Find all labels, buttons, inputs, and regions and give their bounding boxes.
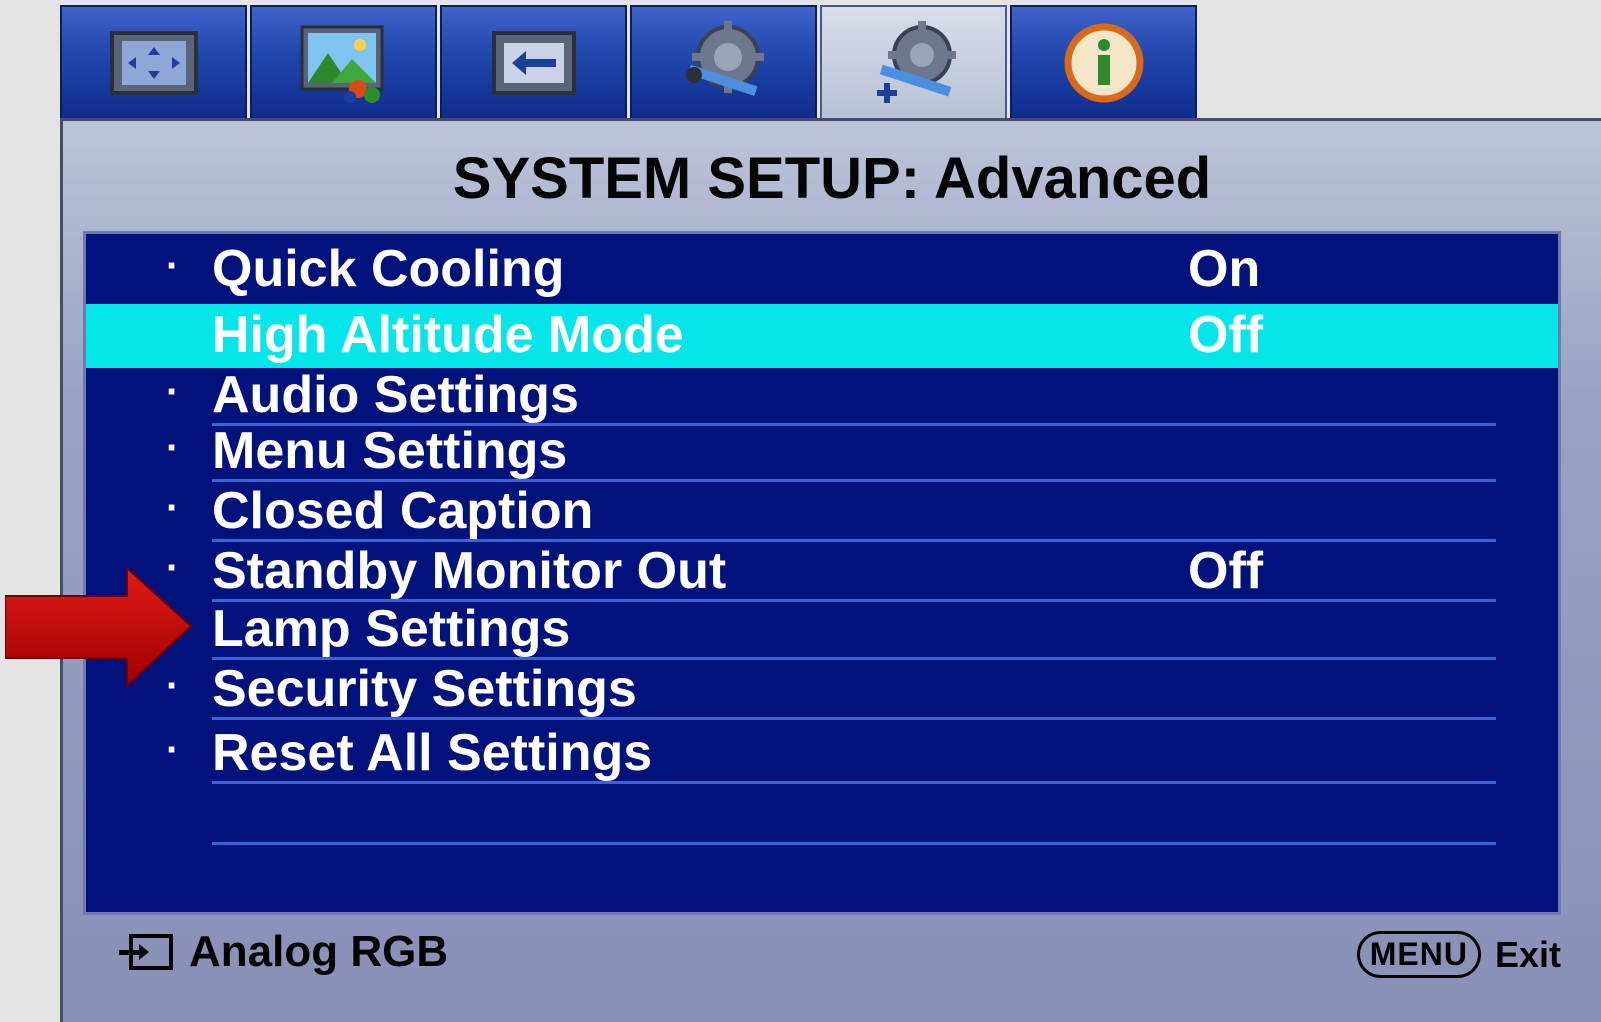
- exit-hint[interactable]: MENU Exit: [1356, 931, 1561, 978]
- bullet-icon: ·: [166, 728, 180, 772]
- input-source-label: Analog RGB: [189, 927, 449, 976]
- menu-item-value: Off: [1188, 306, 1264, 364]
- row-divider: [212, 781, 1496, 784]
- tab-system-setup-advanced[interactable]: [820, 5, 1007, 118]
- menu-item-audio-settings[interactable]: · Audio Settings: [86, 364, 1558, 426]
- menu-tabs: [60, 5, 1200, 122]
- bullet-icon: ·: [166, 486, 180, 530]
- menu-item-label: Quick Cooling: [212, 240, 565, 298]
- menu-item-label: Audio Settings: [212, 366, 579, 424]
- menu-item-label: Lamp Settings: [212, 600, 571, 658]
- menu-item-high-altitude-mode[interactable]: High Altitude Mode Off: [86, 304, 1558, 368]
- row-divider: [212, 717, 1496, 720]
- menu-item-label: Menu Settings: [212, 422, 568, 480]
- menu-item-security-settings[interactable]: · Security Settings: [86, 658, 1558, 720]
- menu-key-badge: MENU: [1356, 931, 1481, 978]
- menu-panel: SYSTEM SETUP: Advanced · Quick Cooling O…: [60, 118, 1601, 1022]
- picture-display-icon: [109, 30, 198, 95]
- menu-item-label: Reset All Settings: [212, 724, 653, 782]
- menu-item-label: Standby Monitor Out: [212, 542, 727, 600]
- menu-item-value: On: [1188, 240, 1261, 298]
- menu-item-lamp-settings[interactable]: Lamp Settings: [86, 598, 1558, 660]
- tab-display[interactable]: [60, 5, 247, 118]
- menu-item-closed-caption[interactable]: · Closed Caption: [86, 480, 1558, 542]
- exit-label: Exit: [1494, 933, 1561, 975]
- input-source-indicator: Analog RGB: [115, 927, 448, 977]
- projector-osd-screen: SYSTEM SETUP: Advanced · Quick Cooling O…: [0, 0, 1601, 1022]
- page-title: SYSTEM SETUP: Advanced: [452, 146, 1212, 211]
- menu-item-label: High Altitude Mode: [212, 306, 684, 364]
- menu-item-standby-monitor-out[interactable]: · Standby Monitor Out Off: [86, 540, 1558, 602]
- tab-information[interactable]: [1010, 5, 1197, 118]
- menu-item-value: Off: [1188, 542, 1264, 600]
- tab-picture[interactable]: [250, 5, 437, 118]
- information-icon: [1064, 23, 1143, 102]
- tab-system-setup-basic[interactable]: [630, 5, 817, 118]
- bullet-icon: ·: [166, 426, 180, 470]
- source-input-icon: [491, 30, 576, 95]
- picture-advanced-icon: [300, 25, 383, 103]
- red-arrow-icon: [5, 568, 193, 688]
- menu-item-quick-cooling[interactable]: · Quick Cooling On: [86, 238, 1558, 298]
- menu-item-menu-settings[interactable]: · Menu Settings: [86, 420, 1558, 482]
- menu-item-label: Security Settings: [212, 660, 637, 718]
- source-input-icon: [119, 934, 173, 970]
- bullet-icon: ·: [166, 244, 180, 288]
- system-setup-basic-icon: [685, 20, 764, 96]
- menu-item-label: Closed Caption: [212, 482, 594, 540]
- bullet-icon: ·: [166, 370, 180, 414]
- settings-list: · Quick Cooling On High Altitude Mode Of…: [83, 231, 1561, 915]
- system-setup-advanced-icon: [876, 20, 956, 103]
- tab-source[interactable]: [440, 5, 627, 118]
- row-divider: [212, 842, 1496, 845]
- menu-item-reset-all-settings[interactable]: · Reset All Settings: [86, 722, 1558, 784]
